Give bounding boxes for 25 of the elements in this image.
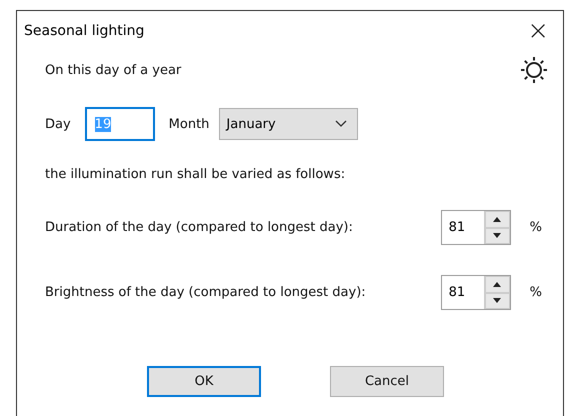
up-triangle-icon [493, 216, 502, 222]
window-title: Seasonal lighting [24, 23, 144, 39]
spin-up-button[interactable] [484, 211, 510, 228]
spin-down-button[interactable] [484, 292, 510, 309]
spin-up-button[interactable] [484, 276, 510, 292]
down-triangle-icon [493, 233, 502, 238]
unit-label: % [530, 285, 542, 300]
close-button[interactable]: × [519, 18, 557, 44]
number-spinner[interactable]: 81 [440, 210, 511, 245]
cancel-button[interactable]: Cancel [330, 366, 444, 397]
day-label: Day [45, 116, 71, 132]
number-spinner[interactable]: 81 [440, 275, 511, 310]
up-triangle-icon [493, 282, 502, 287]
month-label: Month [168, 116, 210, 132]
unit-label: % [530, 220, 542, 235]
month-dropdown[interactable]: January [219, 108, 358, 140]
instruction-text: the illumination run shall be varied as follows: [45, 167, 346, 182]
chevron-down-icon [335, 120, 348, 128]
intro-text: On this day of a year [45, 62, 182, 78]
sun-icon [519, 55, 549, 85]
ok-button[interactable]: OK [147, 366, 261, 397]
spinner-label: Brightness of the day (compared to longest day): [45, 285, 367, 300]
down-triangle-icon [493, 298, 502, 304]
spinner-label: Duration of the day (compared to longest day): [45, 220, 354, 235]
spin-down-button[interactable] [484, 228, 510, 244]
